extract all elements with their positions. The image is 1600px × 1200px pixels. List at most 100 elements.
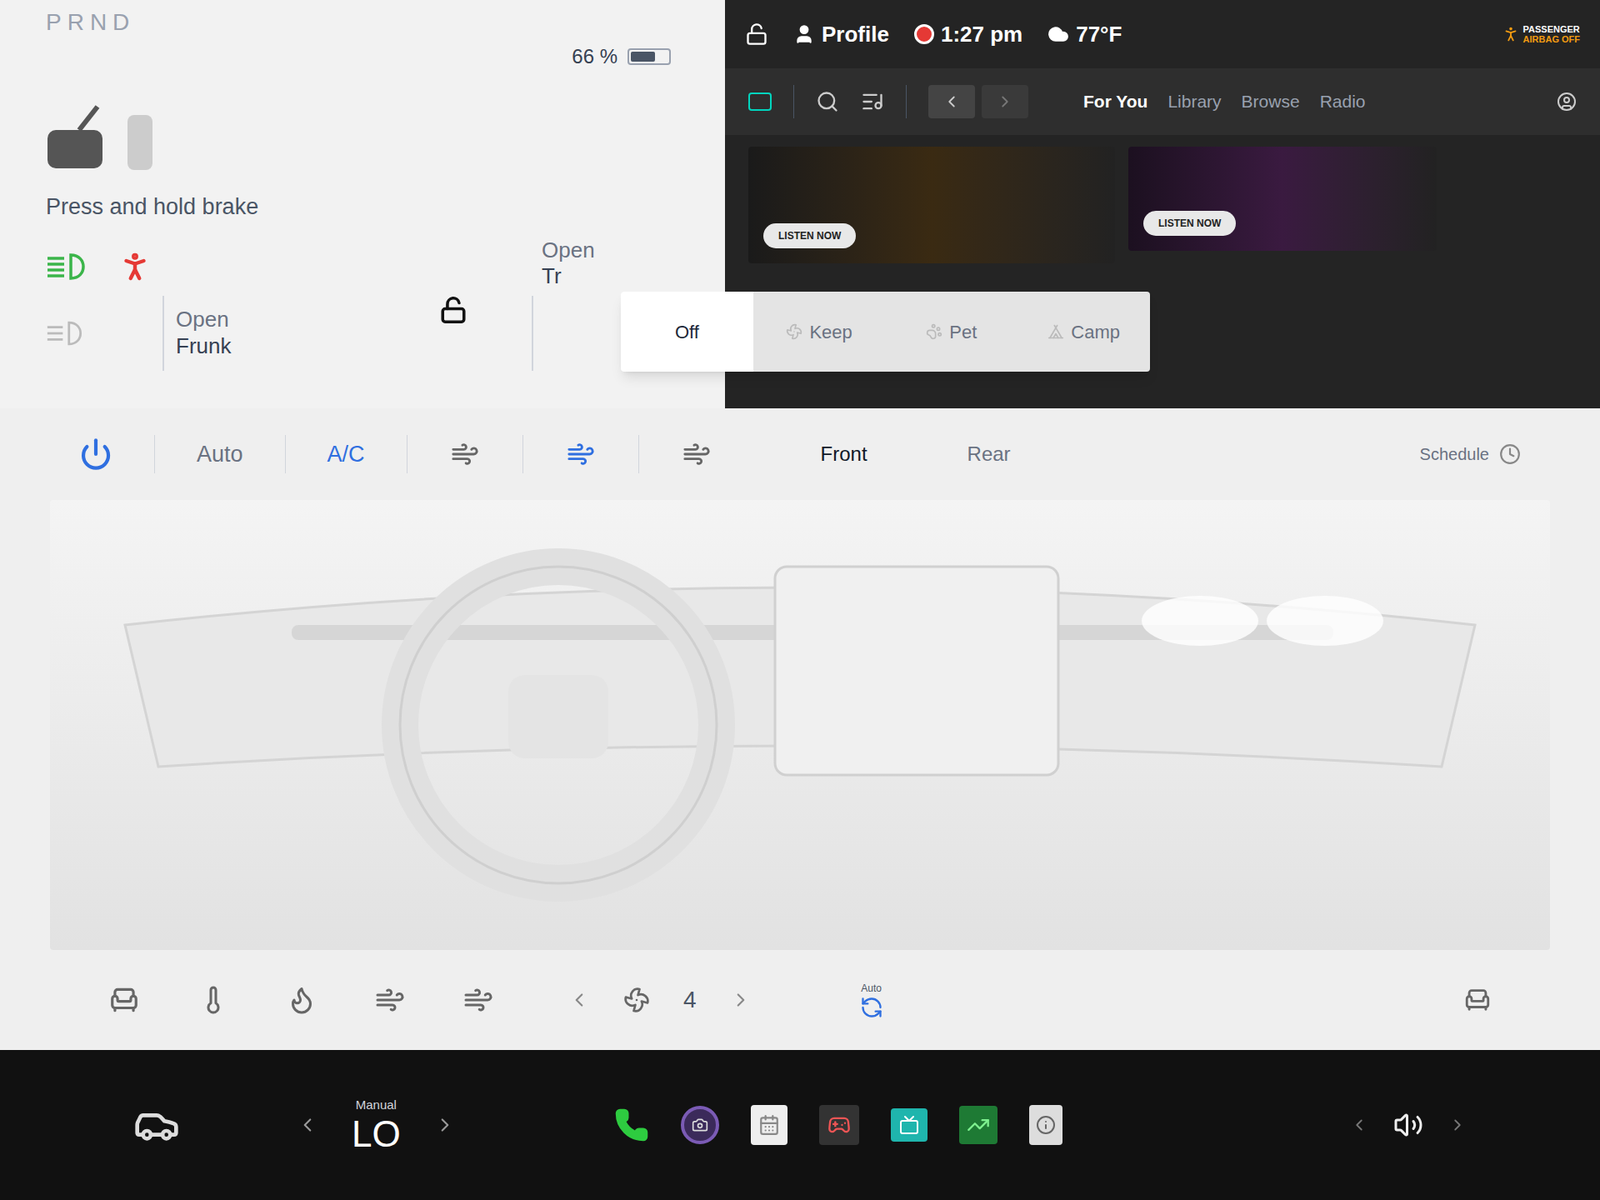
- temp-increase-icon[interactable]: [434, 1114, 456, 1136]
- schedule-button[interactable]: Schedule: [1420, 441, 1521, 467]
- airflow-button[interactable]: [639, 440, 755, 469]
- account-icon[interactable]: [1556, 91, 1577, 112]
- back-icon: [942, 92, 961, 111]
- toybox-app[interactable]: [819, 1105, 860, 1145]
- ac-button[interactable]: A/C: [285, 437, 407, 472]
- auto-button[interactable]: Auto: [155, 437, 285, 472]
- media-toolbar: For You Library Browse Radio: [725, 68, 1600, 135]
- energy-app[interactable]: [959, 1105, 998, 1145]
- manual-app[interactable]: [1029, 1105, 1063, 1145]
- status-bar: Profile 1:27 pm 77°F PASSENGERAIRBAG OFF: [725, 0, 1600, 69]
- trunk-label-2: Tr: [541, 263, 595, 290]
- driver-seat-heat-icon[interactable]: [108, 984, 140, 1016]
- zone-tab[interactable]: Rear: [967, 439, 1011, 470]
- search-icon[interactable]: [815, 90, 840, 114]
- rear-defrost-icon[interactable]: [463, 985, 494, 1015]
- media-tab[interactable]: For You: [1083, 88, 1148, 115]
- keeper-option[interactable]: Camp: [1017, 291, 1150, 372]
- climate-toolbar: AutoA/C Front Rear Schedule: [0, 408, 1600, 500]
- temp-decrease-icon[interactable]: [296, 1114, 319, 1136]
- auto-headlight-icon: [45, 319, 88, 348]
- climate-panel: AutoA/CFrontRearSchedule4Auto: [0, 408, 1600, 1050]
- back-button[interactable]: [928, 85, 975, 119]
- volume-down-icon[interactable]: [1350, 1115, 1369, 1135]
- fan-control: 4: [568, 982, 752, 1018]
- media-tab[interactable]: Browse: [1241, 88, 1300, 115]
- camera-app[interactable]: [680, 1105, 720, 1145]
- recirc-label: Auto: [860, 980, 882, 996]
- volume-icon[interactable]: [1393, 1110, 1424, 1140]
- calendar-app[interactable]: [750, 1105, 788, 1145]
- frunk-label-1: Open: [175, 306, 375, 333]
- temperature-control: ManualLO: [296, 1095, 456, 1155]
- pedals: [45, 80, 680, 172]
- volume-up-icon[interactable]: [1448, 1115, 1467, 1135]
- airflow-button[interactable]: [523, 440, 639, 469]
- climate-bottom-row: 4 Auto: [0, 950, 1600, 1050]
- keeper-option-label: Off: [675, 318, 700, 346]
- steering-heat-icon[interactable]: [198, 985, 229, 1015]
- power-icon[interactable]: [79, 437, 113, 471]
- fan-decrease-icon[interactable]: [568, 989, 590, 1011]
- recirculation[interactable]: Auto: [860, 980, 884, 1020]
- keeper-option-icon: [785, 323, 803, 340]
- keeper-option[interactable]: Pet: [885, 291, 1019, 372]
- airflow-button[interactable]: [407, 440, 523, 469]
- battery: 66 %: [571, 41, 671, 72]
- queue-icon[interactable]: [860, 90, 885, 114]
- battery-percent: 66 %: [571, 41, 618, 72]
- frunk-label-2: Frunk: [175, 333, 375, 360]
- airflow-icon: [566, 440, 595, 469]
- zone-tabs: Front Rear: [820, 439, 1011, 470]
- tunein-app[interactable]: [890, 1108, 928, 1142]
- listen-now-button[interactable]: LISTEN NOW: [1143, 210, 1236, 236]
- dock: ManualLO: [0, 1050, 1600, 1200]
- airbag-badge: PASSENGERAIRBAG OFF: [1501, 24, 1580, 45]
- trunk-label-1: Open: [541, 237, 595, 264]
- clock: 1:27 pm: [914, 18, 1023, 51]
- seatbelt-warning-icon: [117, 249, 153, 285]
- gear-selector[interactable]: PRND: [45, 5, 135, 40]
- front-defrost-icon[interactable]: [375, 985, 405, 1015]
- passenger-seat-heat-icon[interactable]: [1463, 985, 1492, 1015]
- temperature: 77°F: [1075, 18, 1122, 51]
- media-card[interactable]: LISTEN NOW: [748, 146, 1115, 264]
- keeper-option[interactable]: Off: [620, 291, 754, 372]
- auto-headlight-cell[interactable]: [45, 295, 163, 371]
- airflow-icon: [682, 440, 711, 469]
- energy-icon: [966, 1113, 990, 1137]
- airbag-line-2: AIRBAG OFF: [1523, 34, 1580, 45]
- media-card[interactable]: LISTEN NOW: [1128, 146, 1437, 251]
- car-panel: PRND66 %Press and hold brakeOpenFrunkOpe…: [0, 0, 725, 409]
- wiper-heat-icon[interactable]: [286, 985, 317, 1015]
- fan-speed: 4: [683, 982, 697, 1018]
- airbag-line-1: PASSENGER: [1523, 24, 1580, 35]
- source-icon[interactable]: [748, 92, 772, 111]
- cabin-illustration[interactable]: [50, 500, 1550, 950]
- temp-mode: Manual: [355, 1095, 397, 1115]
- media-tabs: For You Library Browse Radio: [1083, 88, 1366, 115]
- media-tab[interactable]: Library: [1167, 88, 1221, 115]
- listen-now-button[interactable]: LISTEN NOW: [763, 223, 856, 249]
- forward-icon: [995, 92, 1015, 111]
- zone-tab[interactable]: Front: [820, 439, 868, 470]
- profile[interactable]: Profile: [793, 18, 890, 51]
- media-tab[interactable]: Radio: [1320, 88, 1366, 115]
- forward-button[interactable]: [981, 85, 1029, 119]
- nav-buttons: [928, 85, 1029, 119]
- trunk-button[interactable]: OpenTr: [533, 237, 595, 371]
- fan-increase-icon[interactable]: [730, 989, 752, 1011]
- car-icon[interactable]: [133, 1101, 180, 1149]
- lock-cell[interactable]: [375, 295, 534, 371]
- frunk-button[interactable]: OpenFrunk: [162, 295, 375, 371]
- brake-hint: Press and hold brake: [45, 190, 680, 225]
- status-lock-icon[interactable]: [745, 22, 769, 46]
- brake-pedal-icon: [45, 105, 106, 172]
- profile-icon: [793, 23, 815, 45]
- phone-icon[interactable]: [614, 1107, 650, 1143]
- manual-icon: [1035, 1115, 1056, 1135]
- keeper-option-label: Camp: [1070, 318, 1120, 346]
- top-region: PRND66 %Press and hold brakeOpenFrunkOpe…: [0, 0, 1600, 409]
- tunein-icon: [899, 1115, 920, 1135]
- keeper-option[interactable]: Keep: [753, 291, 886, 372]
